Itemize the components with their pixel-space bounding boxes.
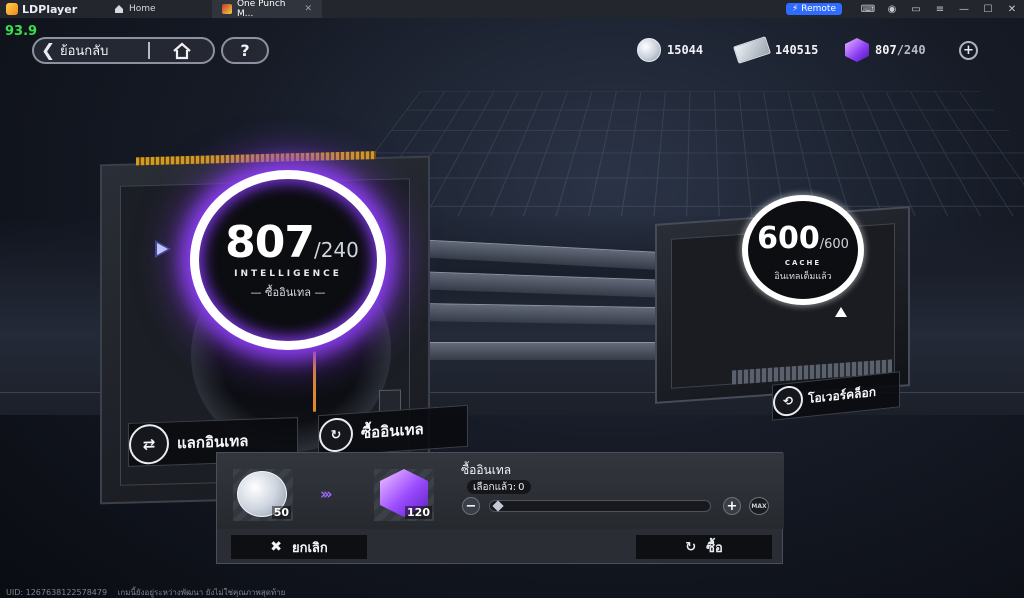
intel-cube-icon — [845, 38, 869, 62]
add-intel-button[interactable]: + — [959, 41, 978, 60]
currency-ticket-value: 140515 — [775, 43, 819, 57]
quantity-slider[interactable] — [489, 500, 711, 512]
lightning-icon: ⚡ — [791, 4, 799, 14]
intelligence-current: 807 — [225, 217, 315, 268]
buy-button[interactable]: ↻ ซื้อ — [636, 535, 772, 559]
minimize-icon[interactable]: — — [952, 0, 976, 18]
selected-count: 0 — [518, 481, 525, 493]
currency-silver-value: 15044 — [667, 43, 704, 57]
refresh-icon: ↻ — [685, 539, 697, 555]
home-button[interactable] — [150, 42, 213, 60]
buy-intel-button[interactable]: ↻ ซื้ออินเทล — [318, 404, 468, 458]
cache-max: /600 — [819, 237, 849, 252]
max-button[interactable]: MAX — [749, 497, 769, 515]
tab-game-label: One Punch M... — [236, 0, 286, 19]
cache-sub: อินเทลเต็มแล้ว — [774, 272, 832, 282]
purchase-panel-top: 50 ››› 120 ซื้ออินเทล เลือกแล้ว: 0 − + M… — [217, 453, 784, 529]
exchange-icon: ⇄ — [129, 423, 169, 465]
app-name: LDPlayer — [22, 2, 78, 16]
pointer-arrow-icon — [155, 240, 171, 258]
reward-amount: 120 — [405, 506, 432, 519]
fps-counter: 93.9 — [5, 24, 38, 39]
refresh-icon: ↻ — [319, 416, 353, 454]
home-icon — [115, 5, 123, 13]
game-screen: LDPlayer Home One Punch M... ✕ ⚡ Remote … — [0, 0, 1024, 598]
reward-slot: 120 — [374, 469, 434, 521]
game-tab-icon — [222, 4, 232, 14]
overclock-label: โอเวอร์คล็อก — [808, 384, 876, 406]
remote-button[interactable]: ⚡ Remote — [785, 3, 842, 15]
background-grid — [326, 91, 1024, 217]
gamepad-icon[interactable]: ⌨ — [856, 0, 880, 18]
close-tab-icon[interactable]: ✕ — [304, 4, 312, 14]
intelligence-caption: INTELLIGENCE — [234, 269, 342, 279]
cache-gauge[interactable]: 600/600 CACHE อินเทลเต็มแล้ว — [742, 195, 864, 305]
cancel-label: ยกเลิก — [291, 540, 328, 556]
buy-label: ซื้อ — [706, 540, 723, 556]
maximize-icon[interactable]: ☐ — [976, 0, 1000, 18]
cache-caption: CACHE — [784, 259, 822, 267]
nav-bar: ❮ ย้อนกลับ — [32, 37, 215, 64]
silver-coin-icon — [637, 38, 661, 62]
ldplayer-logo: LDPlayer — [0, 3, 100, 16]
tab-home[interactable]: Home — [100, 0, 212, 18]
intel-max: /240 — [896, 43, 926, 57]
currency-intel-value: 807/240 — [875, 43, 926, 57]
intelligence-sub: — ซื้ออินเทล — — [250, 286, 326, 299]
footer-info: UID: 1267638122578479 เกมนี้ยังอยู่ระหว่… — [6, 586, 285, 598]
intelligence-gauge[interactable]: 807/240 INTELLIGENCE — ซื้ออินเทล — — [190, 170, 386, 350]
intelligence-max: /240 — [313, 238, 359, 262]
selected-count-tag: เลือกแล้ว: 0 — [467, 480, 531, 494]
purchase-title: ซื้ออินเทล — [461, 463, 512, 477]
emulator-titlebar: LDPlayer Home One Punch M... ✕ ⚡ Remote … — [0, 0, 1024, 19]
dev-notice: เกมนี้ยังอยู่ระหว่างพัฒนา ยังไม่ใช่คุณภา… — [117, 588, 286, 597]
board-trace — [313, 351, 316, 412]
tab-home-label: Home — [129, 4, 156, 14]
currency-ticket[interactable]: 140515 — [733, 36, 819, 64]
cable — [425, 342, 665, 360]
intel-value: 807 — [875, 43, 897, 57]
cache-pointer-icon — [835, 307, 847, 317]
increase-button[interactable]: + — [723, 497, 741, 515]
screen-icon[interactable]: ▭ — [904, 0, 928, 18]
ldplayer-logo-icon — [6, 3, 18, 15]
back-button[interactable]: ย้อนกลับ — [60, 40, 148, 61]
currency-silver[interactable]: 15044 — [637, 38, 703, 62]
ticket-icon — [733, 36, 771, 64]
remote-label: Remote — [801, 4, 836, 14]
back-chevron-icon[interactable]: ❮ — [34, 41, 60, 61]
tab-game[interactable]: One Punch M... ✕ — [212, 0, 322, 19]
cost-amount: 50 — [271, 506, 291, 519]
arrows-icon: ››› — [320, 485, 332, 503]
help-button[interactable]: ? — [221, 37, 269, 64]
selected-label: เลือกแล้ว: — [473, 481, 517, 493]
close-icon: ✖ — [270, 539, 282, 555]
user-icon[interactable]: ◉ — [880, 0, 904, 18]
buy-intel-label: ซื้ออินเทล — [361, 419, 424, 443]
home-icon — [172, 42, 191, 59]
uid-text: UID: 1267638122578479 — [6, 588, 108, 597]
cache-current: 600 — [757, 221, 820, 256]
menu-icon[interactable]: ≡ — [928, 0, 952, 18]
slider-thumb[interactable] — [492, 500, 504, 512]
purchase-panel: 50 ››› 120 ซื้ออินเทล เลือกแล้ว: 0 − + M… — [216, 452, 784, 564]
decrease-button[interactable]: − — [462, 497, 480, 515]
board-pins — [136, 151, 376, 166]
close-window-icon[interactable]: ✕ — [1000, 0, 1024, 18]
overclock-icon: ⟲ — [773, 384, 803, 418]
cancel-button[interactable]: ✖ ยกเลิก — [231, 535, 367, 559]
currency-intel[interactable]: 807/240 — [845, 38, 926, 62]
cost-slot: 50 — [233, 469, 293, 521]
